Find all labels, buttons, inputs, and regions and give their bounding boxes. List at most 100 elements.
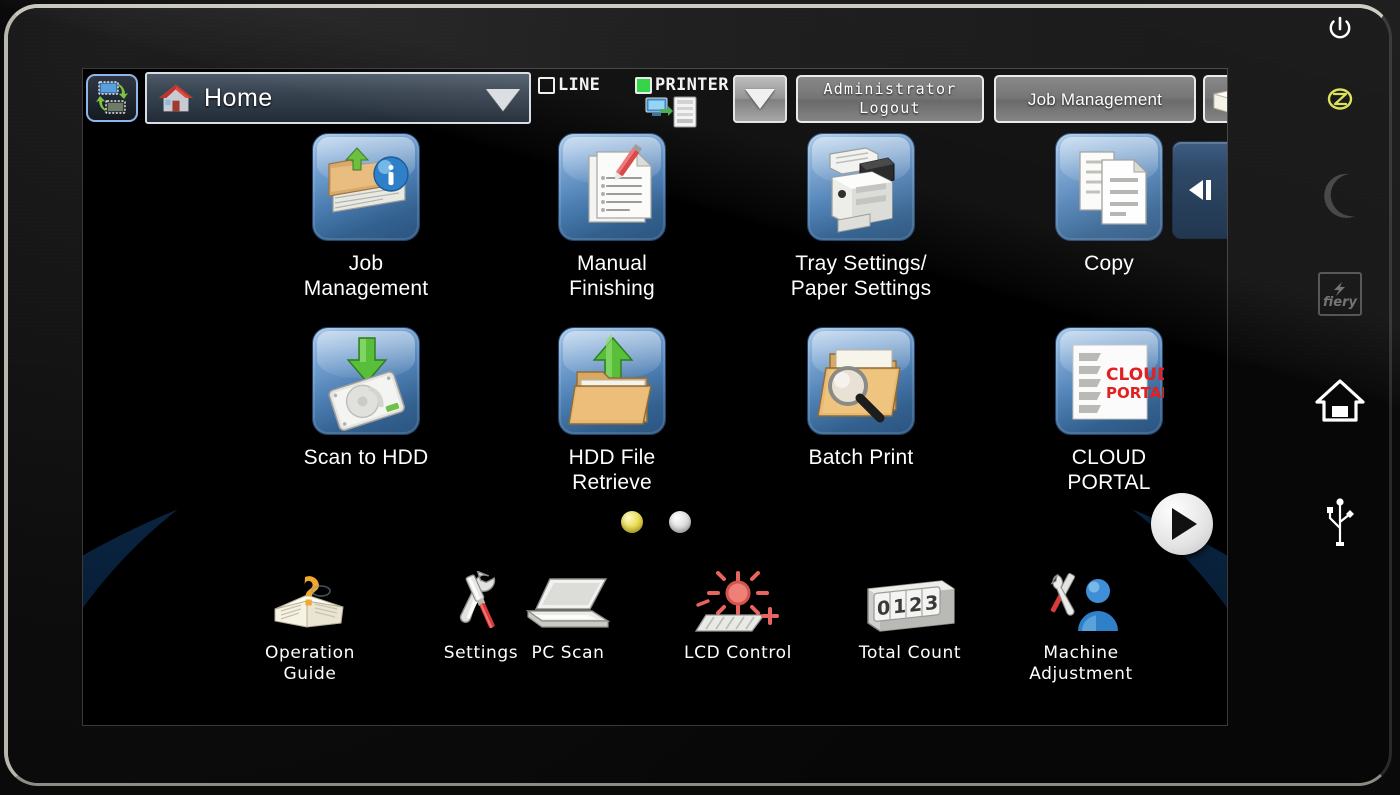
admin-line2: Logout	[859, 99, 921, 117]
usb-icon	[1327, 498, 1354, 546]
touch-screen: Home LINE PRINTER Administrator Logout J…	[82, 68, 1228, 726]
panel-collapse-tab[interactable]	[1172, 141, 1227, 239]
play-triangle-icon	[1172, 508, 1197, 540]
dock-total-count[interactable]: 0 1 2 3 Total Count	[820, 569, 1000, 664]
app-tile	[807, 133, 915, 241]
cloud-badge-line2: PORTAL	[1106, 384, 1164, 402]
fiery-label: fiery	[1323, 294, 1357, 310]
fiery-logo-icon: fiery	[1318, 272, 1362, 316]
screen-title-dropdown[interactable]: Home	[145, 72, 531, 124]
dock-pc-scan[interactable]: PC Scan	[478, 569, 658, 664]
cloud-badge-line1: CLOUD	[1106, 365, 1164, 385]
dock-lcd-control[interactable]: LCD Control	[648, 569, 828, 664]
brightness-sun-icon	[694, 571, 779, 632]
dock-label-line1: Total Count	[858, 643, 962, 663]
app-label-line2: PORTAL	[1067, 471, 1151, 494]
printer-status-label: PRINTER	[655, 75, 729, 95]
job-management-icon	[328, 147, 409, 213]
app-label-line1: CLOUD	[1071, 446, 1147, 469]
app-cloud-portal[interactable]: CLOUD PORTAL CLOUD PORTAL	[994, 327, 1224, 495]
app-job-management[interactable]: Job Management	[251, 133, 481, 301]
user-tools-icon	[1050, 573, 1118, 631]
screen-title-text: Home	[204, 83, 273, 112]
pc-to-printer-icon	[645, 96, 697, 128]
app-tile	[312, 327, 420, 435]
counter-digit-3: 3	[925, 592, 938, 615]
app-label-line1: Batch Print	[808, 446, 914, 469]
app-label-line1: Scan to HDD	[303, 446, 429, 469]
screen-switch-icon	[96, 81, 128, 114]
app-tile	[558, 133, 666, 241]
dock-label-line2: Adjustment	[1029, 664, 1133, 684]
app-label-line1: Copy	[1084, 252, 1134, 275]
help-manual-button[interactable]	[1203, 75, 1227, 123]
laptop-scan-icon	[525, 578, 611, 628]
printer-tray-icon	[829, 147, 895, 233]
power-button[interactable]	[1280, 16, 1400, 47]
admin-line1: Administrator	[823, 80, 957, 98]
counter-digit-2: 2	[909, 594, 922, 617]
app-manual-finishing[interactable]: Manual Finishing	[497, 133, 727, 301]
home-outline-icon	[1315, 379, 1365, 422]
app-label-line1: Manual	[576, 252, 648, 275]
usb-port-indicator	[1280, 498, 1400, 553]
status-printer: PRINTER	[635, 75, 729, 95]
dock-bar: Operation Guide Settings PC Scan LCD Con…	[83, 569, 1227, 719]
chevron-down-icon[interactable]	[486, 89, 520, 111]
app-tile	[312, 133, 420, 241]
app-label-line2: Finishing	[569, 277, 655, 300]
app-tile	[1055, 133, 1163, 241]
app-grid: Job Management Manual Finishing Tray Set…	[83, 131, 1227, 521]
app-label-line1: HDD File	[568, 446, 656, 469]
job-management-button[interactable]: Job Management	[994, 75, 1196, 123]
power-icon	[1329, 16, 1351, 39]
home-house-icon	[159, 84, 193, 112]
status-line: LINE	[538, 75, 600, 95]
book-question-icon	[274, 576, 344, 628]
hardware-key-column: fiery	[1280, 0, 1400, 795]
app-scan-to-hdd[interactable]: Scan to HDD	[251, 327, 481, 470]
printer-status-box	[635, 76, 652, 94]
dock-operation-guide[interactable]: Operation Guide	[220, 569, 400, 685]
device-shell: Home LINE PRINTER Administrator Logout J…	[0, 0, 1400, 795]
dock-label-line1: LCD Control	[684, 643, 792, 663]
line-status-box	[538, 76, 555, 94]
counter-digit-1: 1	[893, 595, 906, 618]
crescent-moon-icon	[1324, 173, 1355, 218]
page-dot-1[interactable]	[620, 511, 643, 533]
administrator-logout-button[interactable]: Administrator Logout	[796, 75, 984, 123]
page-dot-2[interactable]	[669, 511, 692, 533]
fiery-button[interactable]: fiery	[1280, 272, 1400, 316]
dock-machine-adjustment[interactable]: Machine Adjustment	[991, 569, 1171, 685]
next-page-button[interactable]	[1151, 493, 1213, 555]
dock-label-line1: Machine	[1043, 643, 1119, 663]
screen-switch-button[interactable]	[86, 74, 138, 122]
app-tray-settings[interactable]: Tray Settings/ Paper Settings	[746, 133, 976, 301]
status-dropdown-button[interactable]	[733, 75, 787, 123]
app-label-line1: Tray Settings/	[795, 252, 927, 275]
batch-print-icon	[817, 349, 901, 423]
counter-digit-0: 0	[877, 597, 890, 620]
app-batch-print[interactable]: Batch Print	[746, 327, 976, 470]
energy-saver-lamp-icon	[1327, 88, 1353, 110]
counter-digits-icon: 0 1 2 3	[867, 580, 955, 632]
chevron-down-icon	[745, 89, 775, 109]
cloud-portal-icon: CLOUD PORTAL	[1072, 344, 1171, 420]
app-tile	[807, 327, 915, 435]
line-status-label: LINE	[558, 75, 601, 95]
app-label-line1: Job	[348, 252, 384, 275]
manual-book-question-icon	[1213, 85, 1227, 113]
copy-documents-icon	[1079, 151, 1148, 225]
app-tile	[558, 327, 666, 435]
dock-label-line1: Operation	[264, 643, 355, 663]
scan-to-hdd-icon	[328, 337, 405, 431]
sleep-button[interactable]	[1280, 172, 1400, 225]
home-hard-button[interactable]	[1280, 378, 1400, 429]
app-tile: CLOUD PORTAL	[1055, 327, 1171, 435]
top-bar: Home LINE PRINTER Administrator Logout J…	[83, 69, 1227, 129]
energy-saver-lamp[interactable]	[1280, 86, 1400, 117]
app-hdd-file-retrieve[interactable]: HDD File Retrieve	[497, 327, 727, 495]
job-management-label: Job Management	[1027, 89, 1163, 109]
page-indicator	[83, 511, 1227, 538]
app-label-line2: Retrieve	[572, 471, 652, 494]
